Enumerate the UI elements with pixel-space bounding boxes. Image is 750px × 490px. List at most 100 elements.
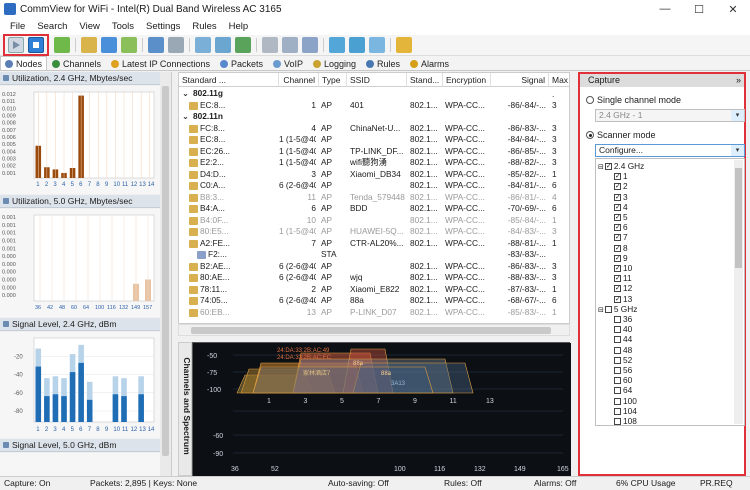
- export-icon[interactable]: [121, 37, 137, 53]
- table-hscrollbar[interactable]: [178, 324, 570, 336]
- checkbox[interactable]: [614, 285, 621, 293]
- tab-logging[interactable]: Logging: [308, 56, 361, 70]
- table-row[interactable]: 80:E5... 1 (1-5@40) AP HUAWEI-5Q... 802.1...…: [179, 226, 569, 238]
- charts-scrollbar[interactable]: [160, 72, 171, 476]
- table-row[interactable]: E2:2... 1 (1-5@40) AP wifi聽狗湧 802.1... WPA-CC…: [179, 157, 569, 169]
- menu-file[interactable]: File: [4, 21, 31, 32]
- checkbox[interactable]: [614, 397, 621, 405]
- group-row[interactable]: ⌄ 802.11n: [179, 111, 569, 123]
- scanner-config-select[interactable]: Configure... ▾: [595, 144, 745, 157]
- checkbox[interactable]: [614, 316, 621, 323]
- menu-view[interactable]: View: [73, 21, 105, 32]
- checkbox[interactable]: [614, 387, 621, 395]
- settings-icon[interactable]: [302, 37, 318, 53]
- channel-checkbox-12[interactable]: 12: [614, 283, 632, 293]
- channel-checkbox-44[interactable]: 44: [614, 334, 632, 344]
- table-row[interactable]: D4:D... 3 AP Xiaomi_DB34 802.1... WPA-CC... -8…: [179, 169, 569, 181]
- col-encryption[interactable]: Encryption: [443, 73, 491, 87]
- channel-checkbox-3[interactable]: 3: [614, 192, 628, 202]
- channel-checkbox-11[interactable]: 11: [614, 273, 632, 283]
- table-row[interactable]: C0:A... 6 (2-6@40) AP 802.1... WPA-CC... -84/…: [179, 180, 569, 192]
- checkbox[interactable]: [614, 326, 621, 334]
- channel-checkbox-60[interactable]: 60: [614, 375, 632, 385]
- table-row[interactable]: 74:05... 6 (2-6@40) AP 88a 802.1... WPA-CC...…: [179, 295, 569, 307]
- band-24ghz-node[interactable]: ⊟2.4 GHz: [598, 161, 644, 171]
- tab-nodes[interactable]: Nodes: [0, 56, 48, 70]
- tab-alarms[interactable]: Alarms: [405, 56, 454, 70]
- table-row[interactable]: B2:AE... 6 (2-6@40) AP 802.1... WPA-CC... -86…: [179, 261, 569, 273]
- col-ssid[interactable]: SSID: [347, 73, 407, 87]
- channel-checkbox-64[interactable]: 64: [614, 385, 632, 395]
- channel-checkbox-7[interactable]: 7: [614, 232, 628, 242]
- checkbox[interactable]: [614, 193, 621, 201]
- checkbox[interactable]: [614, 275, 621, 283]
- tab-latest-ip-connections[interactable]: Latest IP Connections: [106, 56, 215, 70]
- channel-tree-scrollbar[interactable]: [734, 160, 743, 424]
- single-channel-radio[interactable]: [586, 96, 594, 104]
- collapse-icon[interactable]: ⌄: [182, 111, 189, 123]
- tab-packets[interactable]: Packets: [215, 56, 268, 70]
- checkbox[interactable]: [614, 336, 621, 344]
- checkbox[interactable]: [604, 305, 612, 313]
- tab-rules[interactable]: Rules: [361, 56, 405, 70]
- col-max[interactable]: Max .: [549, 73, 569, 99]
- open-file-icon[interactable]: [54, 37, 70, 53]
- checkbox[interactable]: [614, 367, 621, 374]
- panel-collapse-icon[interactable]: »: [736, 74, 741, 87]
- col-signal[interactable]: Signal: [491, 73, 549, 87]
- table-row[interactable]: 80:AE... 6 (2-6@40) AP wjq 802.1... WPA-CC...…: [179, 272, 569, 284]
- collapse-icon[interactable]: ⌄: [182, 88, 189, 100]
- decrypt-icon[interactable]: [235, 37, 251, 53]
- channel-checkbox-5[interactable]: 5: [614, 212, 628, 222]
- channel-down-icon[interactable]: [329, 37, 345, 53]
- table-row[interactable]: B4:A... 6 AP BDD 802.1... WPA-CC... -70/-69/-.…: [179, 203, 569, 215]
- checkbox[interactable]: [614, 224, 621, 232]
- channel-checkbox-52[interactable]: 52: [614, 355, 632, 365]
- log-viewer-icon[interactable]: [262, 37, 278, 53]
- table-row[interactable]: F2:... STA -83/-83/-...: [179, 249, 569, 261]
- table-row[interactable]: B8:3... 11 AP Tenda_579448 802.1... WPA-CC...…: [179, 192, 569, 204]
- channel-checkbox-48[interactable]: 48: [614, 345, 632, 355]
- table-row[interactable]: A2:FE... 7 AP CTR-AL20%... 802.1... WPA-CC...…: [179, 238, 569, 250]
- checkbox[interactable]: [614, 418, 621, 425]
- table-row[interactable]: EC:8... 1 (1-5@40) AP 802.1... WPA-CC... -84/…: [179, 134, 569, 146]
- channel-checkbox-100[interactable]: 100: [614, 396, 637, 406]
- checkbox[interactable]: [614, 254, 621, 262]
- channel-checkbox-36[interactable]: 36: [614, 314, 632, 324]
- channel-up-icon[interactable]: [369, 37, 385, 53]
- menu-help[interactable]: Help: [223, 21, 255, 32]
- col-type[interactable]: Type: [319, 73, 347, 87]
- table-row[interactable]: EC:8... 1 AP 401 802.1... WPA-CC... -86/-84/-.…: [179, 100, 569, 112]
- checkbox[interactable]: [614, 356, 621, 364]
- checkbox[interactable]: [614, 346, 621, 354]
- menu-settings[interactable]: Settings: [140, 21, 186, 32]
- nodes-icon[interactable]: [195, 37, 211, 53]
- folder-icon[interactable]: [81, 37, 97, 53]
- checkbox[interactable]: [614, 214, 621, 221]
- search-icon[interactable]: [148, 37, 164, 53]
- checkbox[interactable]: [614, 377, 621, 385]
- channel-checkbox-6[interactable]: 6: [614, 222, 628, 232]
- filter-icon[interactable]: [168, 37, 184, 53]
- table-row[interactable]: 60:EB... 13 AP P-LINK_D07 802.1... WPA-CC... -…: [179, 307, 569, 319]
- checkbox[interactable]: [614, 183, 621, 191]
- reconstruct-icon[interactable]: [215, 37, 231, 53]
- table-row[interactable]: FC:8... 4 AP ChinaNet-U... 802.1... WPA-CC...…: [179, 123, 569, 135]
- table-row[interactable]: EC:26... 1 (1-5@40) AP TP-LINK_DF... 802.1..…: [179, 146, 569, 158]
- band-5ghz-node[interactable]: ⊟ 5 GHz: [598, 304, 637, 314]
- table-row[interactable]: B4:0F... 10 AP 802.1... WPA-CC... -85/-84/-..…: [179, 215, 569, 227]
- tab-channels[interactable]: Channels: [47, 56, 106, 70]
- checkbox[interactable]: [614, 265, 621, 272]
- channel-icon[interactable]: [349, 37, 365, 53]
- channel-checkbox-8[interactable]: 8: [614, 243, 628, 253]
- spectrum-side-tab[interactable]: Channels and Spectrum: [178, 342, 192, 476]
- col-standard-short[interactable]: Stand...: [407, 73, 443, 87]
- channel-checkbox-2[interactable]: 2: [614, 181, 628, 191]
- scanner-mode-radio[interactable]: [586, 131, 594, 139]
- group-row[interactable]: ⌄ 802.11g: [179, 88, 569, 100]
- statistics-icon[interactable]: [282, 37, 298, 53]
- checkbox[interactable]: [614, 234, 621, 242]
- channel-checkbox-1[interactable]: 1: [614, 171, 628, 181]
- menu-search[interactable]: Search: [31, 21, 73, 32]
- close-button[interactable]: ✕: [716, 3, 750, 16]
